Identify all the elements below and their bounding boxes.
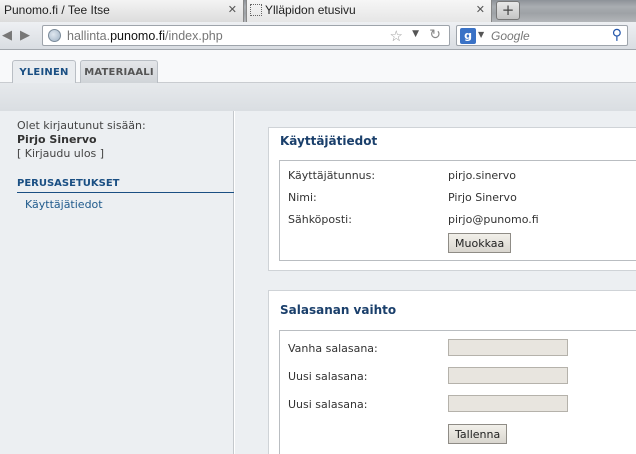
browser-tab-punomo[interactable]: Punomo.fi / Tee Itse ✕	[0, 0, 244, 22]
browser-tab-title: Ylläpidon etusivu	[265, 3, 356, 17]
back-arrow-icon[interactable]: ◀	[2, 28, 12, 43]
url-text[interactable]: hallinta.punomo.fi/index.php	[67, 29, 223, 43]
email-label: Sähköposti:	[288, 213, 352, 226]
confirm-password-input[interactable]	[448, 395, 568, 412]
new-tab-button[interactable]: +	[496, 1, 520, 20]
save-button[interactable]: Tallenna	[448, 424, 508, 444]
search-placeholder[interactable]: Google	[491, 29, 530, 43]
email-value: pirjo@punomo.fi	[448, 213, 539, 226]
browser-tab-admin[interactable]: Ylläpidon etusivu ✕	[246, 0, 492, 22]
logout-link[interactable]: [ Kirjaudu ulos ]	[17, 147, 104, 160]
address-bar[interactable]: hallinta.punomo.fi/index.php ☆ ▼ ↻	[42, 25, 450, 46]
search-bar[interactable]: g ▼ Google ⚲	[456, 25, 628, 46]
tab-materiaali[interactable]: MATERIAALI	[80, 60, 158, 84]
url-dropdown-icon[interactable]: ▼	[412, 29, 419, 39]
old-password-input[interactable]	[448, 339, 568, 356]
user-info-title: Käyttäjätiedot	[280, 134, 378, 148]
engine-dropdown-icon[interactable]: ▼	[478, 30, 484, 39]
username-label: Käyttäjätunnus:	[288, 169, 376, 182]
sidebar-section-title: PERUSASETUKSET	[17, 178, 234, 193]
close-tab-icon[interactable]: ✕	[476, 3, 485, 16]
bookmark-star-icon[interactable]: ☆	[390, 27, 403, 45]
main-area: Käyttäjätiedot Käyttäjätunnus: pirjo.sin…	[235, 111, 636, 454]
user-info-box: Käyttäjätunnus: pirjo.sinervo Nimi: Pirj…	[279, 160, 636, 261]
page-tabs: YLEINEN MATERIAALI	[0, 50, 636, 84]
browser-tab-strip: Punomo.fi / Tee Itse ✕ Ylläpidon etusivu…	[0, 0, 636, 22]
page-favicon-icon	[250, 4, 262, 16]
user-name: Pirjo Sinervo	[17, 133, 97, 146]
browser-nav-bar: ◀ ▶ hallinta.punomo.fi/index.php ☆ ▼ ↻ g…	[0, 22, 636, 50]
browser-tab-title: Punomo.fi / Tee Itse	[4, 3, 110, 17]
reload-icon[interactable]: ↻	[429, 27, 441, 43]
sidebar: Olet kirjautunut sisään: Pirjo Sinervo […	[0, 111, 234, 454]
close-tab-icon[interactable]: ✕	[228, 3, 237, 16]
user-info-panel: Käyttäjätiedot Käyttäjätunnus: pirjo.sin…	[268, 127, 636, 271]
new-password-label: Uusi salasana:	[288, 370, 368, 383]
username-value: pirjo.sinervo	[448, 169, 516, 182]
header-band	[0, 83, 636, 111]
forward-arrow-icon[interactable]: ▶	[20, 28, 30, 43]
confirm-password-label: Uusi salasana:	[288, 398, 368, 411]
old-password-label: Vanha salasana:	[288, 342, 378, 355]
edit-button[interactable]: Muokkaa	[448, 233, 512, 253]
name-label: Nimi:	[288, 191, 317, 204]
password-panel: Salasanan vaihto Vanha salasana: Uusi sa…	[268, 290, 636, 454]
new-password-input[interactable]	[448, 367, 568, 384]
name-value: Pirjo Sinervo	[448, 191, 517, 204]
tab-yleinen[interactable]: YLEINEN	[12, 60, 76, 84]
logged-in-label: Olet kirjautunut sisään:	[17, 119, 146, 132]
search-icon[interactable]: ⚲	[612, 27, 622, 43]
password-title: Salasanan vaihto	[280, 303, 397, 317]
sidebar-item-user-info[interactable]: Käyttäjätiedot	[25, 198, 103, 211]
globe-icon	[48, 29, 61, 42]
password-box: Vanha salasana: Uusi salasana: Uusi sala…	[279, 330, 636, 454]
page-content: YLEINEN MATERIAALI Olet kirjautunut sisä…	[0, 50, 636, 454]
google-icon[interactable]: g	[460, 28, 476, 44]
